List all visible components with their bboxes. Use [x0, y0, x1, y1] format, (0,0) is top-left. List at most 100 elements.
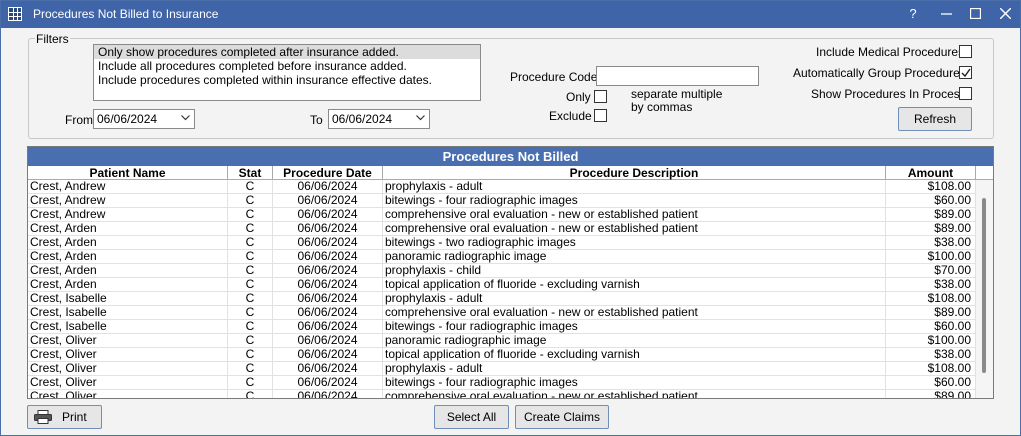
table-row[interactable]: Crest, Arden C 06/06/2024 bitewings - two r… — [28, 236, 993, 250]
cell-stat: C — [228, 376, 273, 390]
table-row[interactable]: Crest, Andrew C 06/06/2024 comprehensive or… — [28, 208, 993, 222]
table-row[interactable]: Crest, Oliver C 06/06/2024 prophylaxis - ad… — [28, 362, 993, 376]
create-claims-button[interactable]: Create Claims — [515, 405, 609, 429]
table-row[interactable]: Crest, Arden C 06/06/2024 panoramic radiogr… — [28, 250, 993, 264]
refresh-button-label: Refresh — [913, 112, 957, 126]
cell-procedure-date: 06/06/2024 — [273, 194, 383, 208]
cell-patient-name: Crest, Oliver — [28, 362, 228, 376]
only-label: Only — [566, 90, 591, 104]
column-header-patient-name[interactable]: Patient Name — [28, 166, 228, 180]
window-title: Procedures Not Billed to Insurance — [33, 7, 219, 21]
cell-patient-name: Crest, Andrew — [28, 180, 228, 194]
procedure-codes-label: Procedure Codes — [510, 70, 604, 84]
include-medical-checkbox[interactable] — [959, 45, 972, 58]
filter-option[interactable]: Only show procedures completed after ins… — [94, 45, 480, 59]
column-header-stat[interactable]: Stat — [228, 166, 273, 180]
insurance-filter-list[interactable]: Only show procedures completed after ins… — [93, 44, 481, 101]
cell-patient-name: Crest, Andrew — [28, 208, 228, 222]
exclude-checkbox[interactable] — [594, 109, 607, 122]
cell-stat: C — [228, 278, 273, 292]
only-checkbox[interactable] — [594, 90, 607, 103]
table-row[interactable]: Crest, Oliver C 06/06/2024 bitewings - four… — [28, 376, 993, 390]
help-icon[interactable]: ? — [903, 5, 923, 23]
close-icon[interactable] — [995, 5, 1015, 23]
show-in-process-checkbox[interactable] — [959, 87, 972, 100]
cell-procedure-date: 06/06/2024 — [273, 180, 383, 194]
maximize-icon[interactable] — [965, 5, 985, 23]
column-header-procedure-description[interactable]: Procedure Description — [383, 166, 886, 180]
column-header-amount[interactable]: Amount — [886, 166, 976, 180]
cell-procedure-description: topical application of fluoride - exclud… — [383, 348, 886, 362]
to-label: To — [310, 113, 323, 127]
cell-patient-name: Crest, Isabelle — [28, 306, 228, 320]
cell-procedure-description: bitewings - four radiographic images — [383, 194, 886, 208]
cell-patient-name: Crest, Oliver — [28, 376, 228, 390]
cell-stat: C — [228, 390, 273, 398]
cell-stat: C — [228, 194, 273, 208]
grid-title: Procedures Not Billed — [28, 147, 993, 166]
table-row[interactable]: Crest, Isabelle C 06/06/2024 bitewings - fo… — [28, 320, 993, 334]
filter-option[interactable]: Include all procedures completed before … — [94, 59, 480, 73]
cell-amount: $108.00 — [886, 292, 976, 306]
cell-procedure-description: panoramic radiographic image — [383, 250, 886, 264]
cell-procedure-description: prophylaxis - adult — [383, 362, 886, 376]
auto-group-checkbox[interactable] — [959, 66, 972, 79]
filter-option[interactable]: Include procedures completed within insu… — [94, 73, 480, 87]
cell-stat: C — [228, 236, 273, 250]
cell-procedure-description: prophylaxis - adult — [383, 292, 886, 306]
table-row[interactable]: Crest, Arden C 06/06/2024 topical applicati… — [28, 278, 993, 292]
grid-header: Patient Name Stat Procedure Date Procedure … — [28, 166, 993, 180]
cell-procedure-date: 06/06/2024 — [273, 362, 383, 376]
from-label: From — [65, 113, 93, 127]
select-all-button[interactable]: Select All — [434, 405, 509, 429]
cell-stat: C — [228, 264, 273, 278]
create-claims-button-label: Create Claims — [523, 410, 601, 424]
table-row[interactable]: Crest, Isabelle C 06/06/2024 comprehensive … — [28, 306, 993, 320]
refresh-button[interactable]: Refresh — [898, 107, 972, 131]
cell-stat: C — [228, 334, 273, 348]
cell-procedure-date: 06/06/2024 — [273, 222, 383, 236]
table-row[interactable]: Crest, Oliver C 06/06/2024 panoramic radiog… — [28, 334, 993, 348]
table-row[interactable]: Crest, Andrew C 06/06/2024 bitewings - four… — [28, 194, 993, 208]
cell-procedure-description: comprehensive oral evaluation - new or e… — [383, 390, 886, 398]
cell-procedure-date: 06/06/2024 — [273, 390, 383, 398]
table-row[interactable]: Crest, Arden C 06/06/2024 prophylaxis - chi… — [28, 264, 993, 278]
from-date-value: 06/06/2024 — [97, 112, 158, 126]
cell-patient-name: Crest, Isabelle — [28, 320, 228, 334]
codes-hint-line1: separate multiple — [631, 87, 723, 101]
checkmark-icon — [961, 68, 971, 78]
cell-procedure-description: comprehensive oral evaluation - new or e… — [383, 208, 886, 222]
cell-stat: C — [228, 306, 273, 320]
cell-patient-name: Crest, Arden — [28, 264, 228, 278]
include-medical-label: Include Medical Procedures — [816, 45, 965, 59]
cell-amount: $70.00 — [886, 264, 976, 278]
cell-procedure-date: 06/06/2024 — [273, 320, 383, 334]
cell-patient-name: Crest, Arden — [28, 278, 228, 292]
column-header-procedure-date[interactable]: Procedure Date — [273, 166, 383, 180]
vertical-scrollbar[interactable] — [976, 180, 993, 398]
cell-stat: C — [228, 180, 273, 194]
print-button-label: Print — [62, 410, 87, 424]
table-row[interactable]: Crest, Oliver C 06/06/2024 comprehensive or… — [28, 390, 993, 398]
table-row[interactable]: Crest, Andrew C 06/06/2024 prophylaxis - ad… — [28, 180, 993, 194]
cell-patient-name: Crest, Arden — [28, 236, 228, 250]
from-date-picker[interactable]: 06/06/2024 — [93, 109, 195, 129]
table-row[interactable]: Crest, Isabelle C 06/06/2024 prophylaxis - … — [28, 292, 993, 306]
table-row[interactable]: Crest, Arden C 06/06/2024 comprehensive ora… — [28, 222, 993, 236]
cell-stat: C — [228, 292, 273, 306]
cell-amount: $38.00 — [886, 348, 976, 362]
chevron-down-icon — [181, 115, 190, 121]
print-button[interactable]: Print — [27, 405, 102, 429]
scrollbar-thumb[interactable] — [982, 198, 986, 373]
cell-amount: $108.00 — [886, 362, 976, 376]
auto-group-label: Automatically Group Procedures — [793, 66, 966, 80]
table-row[interactable]: Crest, Oliver C 06/06/2024 topical applicat… — [28, 348, 993, 362]
to-date-picker[interactable]: 06/06/2024 — [328, 109, 430, 129]
show-in-process-label: Show Procedures In Process — [811, 87, 966, 101]
cell-procedure-date: 06/06/2024 — [273, 236, 383, 250]
cell-amount: $89.00 — [886, 208, 976, 222]
cell-patient-name: Crest, Oliver — [28, 390, 228, 398]
procedure-codes-input[interactable] — [596, 66, 759, 86]
minimize-icon[interactable] — [936, 5, 956, 23]
cell-amount: $89.00 — [886, 390, 976, 398]
